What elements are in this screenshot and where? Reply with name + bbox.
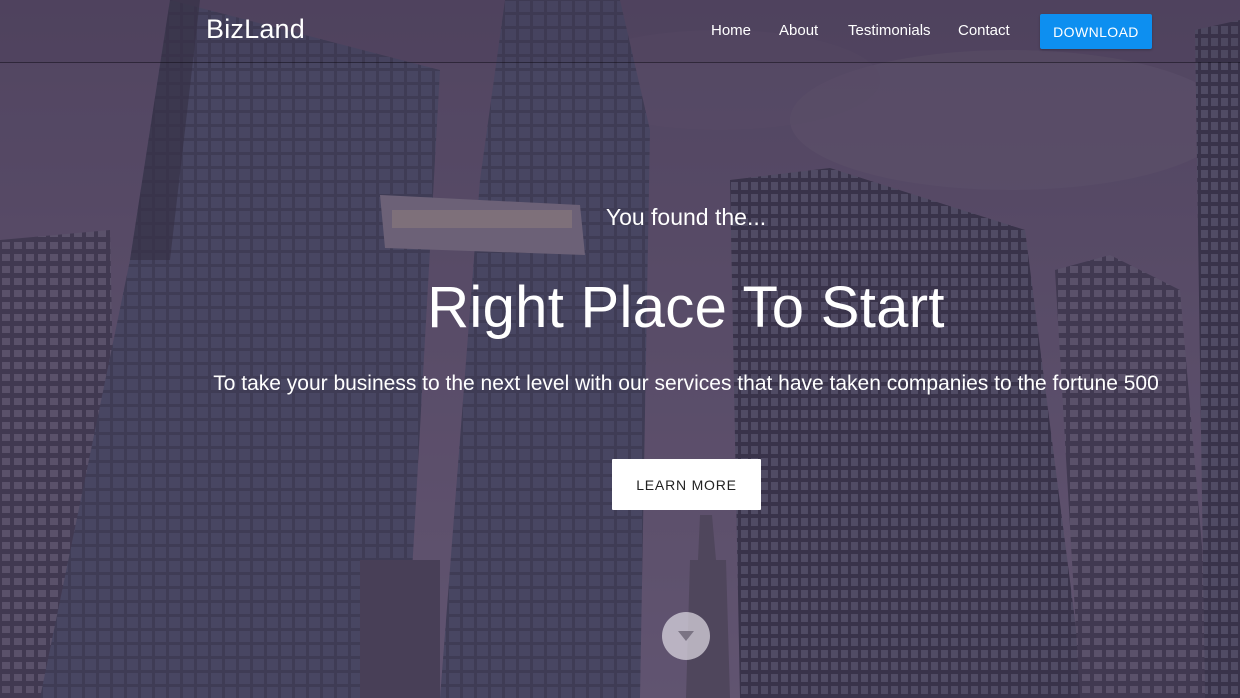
hero-section: You found the... Right Place To Start To… — [0, 0, 1240, 698]
learn-more-button[interactable]: LEARN MORE — [612, 459, 761, 510]
hero-eyebrow: You found the... — [605, 204, 767, 230]
scroll-down-button[interactable] — [662, 612, 710, 660]
hero-headline: Right Place To Start — [427, 275, 945, 340]
hero-subtext: To take your business to the next level … — [213, 372, 1159, 395]
chevron-down-icon — [678, 631, 694, 641]
